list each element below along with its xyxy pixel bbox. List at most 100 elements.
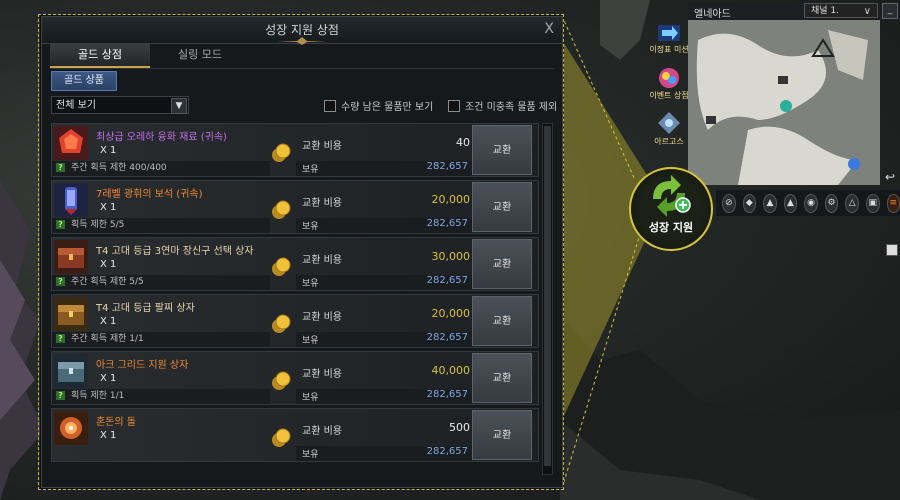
return-icon[interactable]: ↩ xyxy=(883,170,897,184)
owned-label: 보유 xyxy=(302,450,319,460)
camera-icon[interactable]: ◉ xyxy=(804,193,818,213)
growth-support-icon xyxy=(653,175,691,217)
limit-text: 주간 획득 제한 400/400 xyxy=(71,163,167,173)
remaining-only-checkbox[interactable]: 수량 남은 물품만 보기 xyxy=(324,98,433,113)
item-name: T4 고대 등급 3연마 장신구 선택 상자 xyxy=(96,246,254,257)
filter-dropdown[interactable]: 전체 보기 ▼ xyxy=(51,96,189,114)
checkbox-box[interactable] xyxy=(324,99,336,112)
limit-text: 획득 제한 1/1 xyxy=(71,391,125,401)
exchange-button[interactable]: 교환 xyxy=(472,239,532,289)
cost-value: 40 xyxy=(456,136,470,149)
owned-row: 보유 282,657 xyxy=(296,446,472,461)
item-quantity: X 1 xyxy=(100,259,117,270)
channel-select[interactable]: 채널 1. ∨ xyxy=(804,3,878,18)
menu-icon[interactable]: ≡ xyxy=(886,193,900,213)
list-item: 아크 그리드 지원 상자 X 1 ? 획득 제한 1/1 교환 비용 40,000… xyxy=(51,351,539,405)
owned-row: 보유 282,657 xyxy=(296,389,472,404)
checkbox-box[interactable] xyxy=(448,99,460,112)
chest-red-icon xyxy=(54,240,88,274)
chevron-down-icon[interactable]: ∨ xyxy=(864,4,871,19)
cost-label: 교환 비용 xyxy=(302,426,342,437)
item-name: 아크 그리드 지원 상자 xyxy=(96,360,189,371)
list-item: 최상급 오레하 융화 재료 (귀속) X 1 ? 주간 획득 제한 400/400… xyxy=(51,123,539,177)
close-icon[interactable]: X xyxy=(544,21,554,37)
limit-text: 주간 획득 제한 1/1 xyxy=(71,334,144,344)
event-shop-icon xyxy=(659,68,679,88)
item-name: T4 고대 등급 팔찌 상자 xyxy=(96,303,195,314)
item-name: 최상급 오레하 융화 재료 (귀속) xyxy=(96,132,227,143)
exchange-button[interactable]: 교환 xyxy=(472,182,532,232)
exchange-button[interactable]: 교환 xyxy=(472,296,532,346)
cost-value: 20,000 xyxy=(431,193,471,206)
toggle-icon[interactable] xyxy=(886,244,898,256)
minimize-button[interactable]: _ xyxy=(882,3,898,19)
chest-blue-icon xyxy=(54,354,88,388)
tab-gold-shop[interactable]: 골드 상점 xyxy=(50,44,150,68)
owned-label: 보유 xyxy=(302,279,319,289)
limit-row: ? 주간 획득 제한 5/5 xyxy=(52,275,270,290)
owned-label: 보유 xyxy=(302,165,319,175)
scrollbar[interactable] xyxy=(542,123,553,475)
tab-divider xyxy=(50,68,554,69)
item-quantity: X 1 xyxy=(100,373,117,384)
growth-support-button[interactable]: 성장 지원 xyxy=(629,167,713,251)
item-list: 최상급 오레하 융화 재료 (귀속) X 1 ? 주간 획득 제한 400/400… xyxy=(51,123,539,465)
question-icon: ? xyxy=(56,334,65,343)
compass-icon[interactable]: ⊘ xyxy=(722,193,736,213)
owned-value: 282,657 xyxy=(426,332,468,343)
exclude-unmet-checkbox[interactable]: 조건 미충족 물품 제외 xyxy=(448,98,557,113)
item-name: 7레벨 광휘의 보석 (귀속) xyxy=(96,189,203,200)
settings-icon[interactable]: ⚙ xyxy=(824,193,839,213)
cost-value: 40,000 xyxy=(431,364,471,377)
item-quantity: X 1 xyxy=(100,316,117,327)
subtab-gold-goods[interactable]: 골드 상품 xyxy=(51,71,117,91)
list-item: T4 고대 등급 팔찌 상자 X 1 ? 주간 획득 제한 1/1 교환 비용 2… xyxy=(51,294,539,348)
owned-value: 282,657 xyxy=(426,446,468,457)
cost-label: 교환 비용 xyxy=(302,312,342,323)
owned-value: 282,657 xyxy=(426,161,468,172)
side-button-label: 이정표 미션 xyxy=(649,45,689,54)
triangle-icon[interactable]: △ xyxy=(845,193,859,213)
list-item: 7레벨 광휘의 보석 (귀속) X 1 ? 획득 제한 5/5 교환 비용 20,… xyxy=(51,180,539,234)
gold-coin-icon xyxy=(272,371,291,390)
exchange-button[interactable]: 교환 xyxy=(472,125,532,175)
minimap-header: 엘네아드 채널 1. ∨ _ xyxy=(688,2,900,20)
gem-icon xyxy=(54,183,88,217)
checkbox-label: 수량 남은 물품만 보기 xyxy=(341,102,434,113)
item-quantity: X 1 xyxy=(100,145,117,156)
orb-red-icon xyxy=(54,126,88,160)
item-quantity: X 1 xyxy=(100,430,117,441)
scrollbar-thumb[interactable] xyxy=(544,126,551,466)
question-icon: ? xyxy=(56,220,65,229)
limit-row: ? 주간 획득 제한 1/1 xyxy=(52,332,270,347)
chaos-stone-icon xyxy=(54,411,88,445)
owned-row: 보유 282,657 xyxy=(296,161,472,176)
owned-row: 보유 282,657 xyxy=(296,332,472,347)
cost-label: 교환 비용 xyxy=(302,255,342,266)
question-icon: ? xyxy=(56,163,65,172)
cost-label: 교환 비용 xyxy=(302,198,342,209)
minimap[interactable] xyxy=(688,20,880,185)
owned-value: 282,657 xyxy=(426,218,468,229)
title-bar[interactable]: 성장 지원 상점 X xyxy=(42,17,562,45)
chevron-down-icon[interactable]: ▼ xyxy=(171,98,187,114)
minimap-terrain xyxy=(688,20,880,185)
group-icon[interactable]: ▲ xyxy=(783,193,798,213)
gold-coin-icon xyxy=(272,143,291,162)
party-icon[interactable]: ▲ xyxy=(763,193,777,213)
limit-row: ? 획득 제한 5/5 xyxy=(52,218,270,233)
gold-coin-icon xyxy=(272,314,291,333)
argos-button[interactable]: 아르고스 xyxy=(647,110,691,147)
exchange-button[interactable]: 교환 xyxy=(472,410,532,460)
argos-icon xyxy=(658,112,680,134)
event-shop-button[interactable]: 이벤트 상점 xyxy=(647,66,691,101)
channel-value: 채널 1. xyxy=(811,6,840,16)
side-button-label: 아르고스 xyxy=(654,137,684,146)
exchange-button[interactable]: 교환 xyxy=(472,353,532,403)
filter-value: 전체 보기 xyxy=(56,100,96,111)
tab-silling-mode[interactable]: 실링 모드 xyxy=(150,44,250,68)
chest-gold-icon xyxy=(54,297,88,331)
milestone-mission-button[interactable]: 이정표 미션 xyxy=(647,22,691,55)
direction-icon[interactable]: ◆ xyxy=(742,193,757,213)
profile-icon[interactable]: ▣ xyxy=(865,193,880,213)
